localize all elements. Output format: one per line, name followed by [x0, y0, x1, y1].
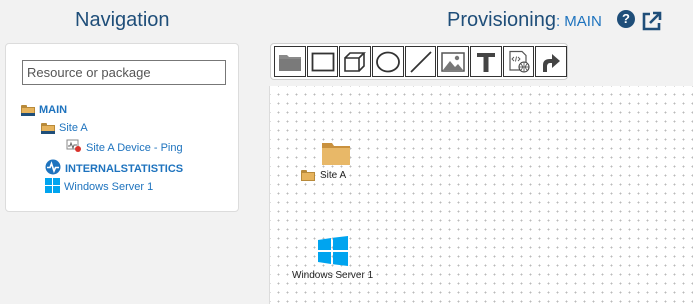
ellipse-icon [375, 51, 400, 72]
link-arrow-icon [543, 53, 561, 72]
canvas-node-label: Windows Server 1 [292, 270, 374, 281]
tree-item-label: MAIN [39, 104, 68, 116]
provisioning-page: Navigation MAIN Site A [0, 0, 693, 304]
folder-icon [301, 170, 315, 181]
folder-icon [278, 54, 301, 71]
rectangle-icon [311, 52, 334, 71]
navigation-panel: MAIN Site A Site A Device - Ping [5, 43, 239, 212]
tree-item-site-a-device-ping[interactable]: Site A Device - Ping [66, 139, 183, 156]
ping-device-icon [66, 139, 82, 156]
image-icon [441, 51, 465, 72]
link-arrow-tool-button[interactable] [535, 46, 568, 77]
web-widget-tool-button[interactable] [502, 46, 535, 77]
tree-item-windows-server-1[interactable]: Windows Server 1 [45, 178, 153, 196]
folder-icon [21, 104, 35, 116]
tree-item-main[interactable]: MAIN [21, 104, 67, 116]
navigation-title: Navigation [75, 9, 170, 31]
canvas-node-site-a[interactable] [321, 140, 351, 166]
folder-tool-button[interactable] [274, 46, 306, 77]
folder-icon [41, 122, 55, 134]
tree-item-label: Windows Server 1 [64, 181, 154, 193]
resource-search-input[interactable] [22, 60, 226, 85]
rectangle-tool-button[interactable] [306, 46, 339, 77]
text-tool-button[interactable] [470, 46, 502, 77]
canvas-node-windows-server-1[interactable]: Windows Server 1 [292, 236, 373, 281]
drawing-toolbar [270, 43, 568, 80]
provisioning-title-text: Provisioning [447, 9, 556, 31]
folder-icon [322, 143, 350, 165]
ellipse-tool-button[interactable] [372, 46, 404, 77]
tree-item-label: Site A [59, 122, 88, 134]
tree-item-label: Site A Device - Ping [86, 141, 183, 154]
open-external-icon[interactable] [641, 10, 663, 32]
tree-item-site-a[interactable]: Site A [41, 122, 88, 134]
text-icon [476, 52, 495, 72]
cube-tool-button[interactable] [339, 46, 372, 77]
pulse-icon [45, 159, 61, 178]
provisioning-title: Provisioning: MAIN [447, 9, 602, 32]
windows-icon [317, 236, 348, 266]
cube-icon [344, 51, 367, 72]
tree-item-internalstatistics[interactable]: INTERNALSTATISTICS [45, 159, 183, 178]
canvas-node-label: Site A [320, 170, 347, 181]
line-icon [409, 50, 432, 73]
tree-item-label: INTERNALSTATISTICS [65, 162, 184, 175]
provisioning-context: MAIN [564, 13, 602, 30]
help-icon[interactable]: ? [617, 10, 635, 28]
web-widget-icon [508, 50, 530, 73]
windows-icon [45, 178, 60, 196]
line-tool-button[interactable] [404, 46, 437, 77]
provisioning-canvas[interactable]: Site A Windows Server 1 [269, 86, 693, 304]
image-tool-button[interactable] [437, 46, 470, 77]
canvas-node-site-a-label[interactable]: Site A [301, 170, 346, 181]
